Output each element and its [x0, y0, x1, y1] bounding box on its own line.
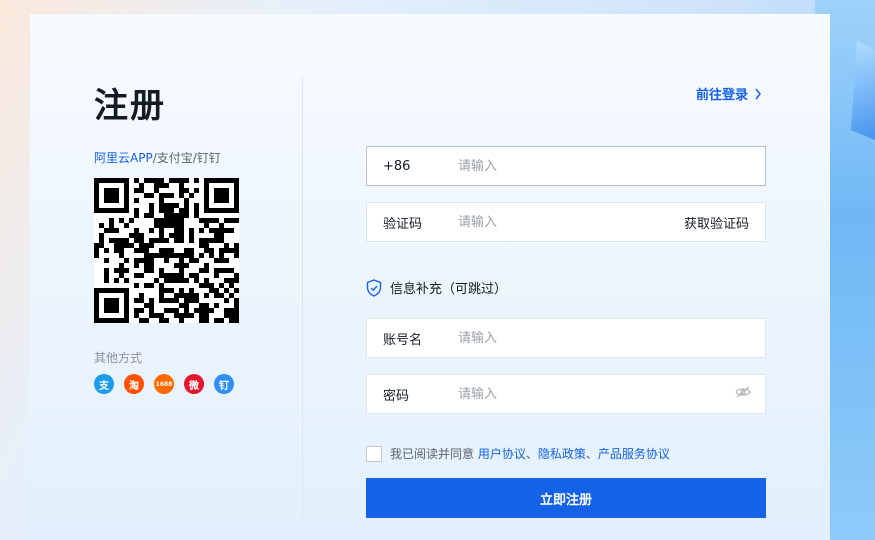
other-methods-label: 其他方式 — [94, 351, 143, 365]
phone-prefix[interactable]: +86 — [367, 159, 458, 174]
get-code-button[interactable]: 获取验证码 — [684, 213, 765, 232]
social-login-icons: 支淘 1688 微钉 — [94, 374, 234, 394]
1688-icon[interactable]: 1688 — [154, 374, 174, 394]
shield-check-icon — [366, 278, 382, 297]
dingtalk-icon[interactable]: 钉 — [214, 374, 234, 394]
taobao-icon[interactable]: 淘 — [124, 374, 144, 394]
user-agreement-link[interactable]: 用户协议 — [478, 447, 526, 461]
separator: 、 — [585, 447, 598, 461]
page-title: 注册 — [94, 86, 166, 126]
other-apps-label: /支付宝/钉钉 — [152, 151, 221, 165]
agreement-row: 我已阅读并同意 用户协议、隐私政策、产品服务协议 — [366, 445, 670, 462]
agree-text: 我已阅读并同意 — [390, 447, 475, 461]
alipay-icon[interactable]: 支 — [94, 374, 114, 394]
separator: 、 — [525, 447, 538, 461]
account-field: 账号名 — [366, 318, 766, 358]
qr-code-image — [94, 178, 239, 323]
code-label: 验证码 — [383, 216, 423, 232]
code-field: 验证码 获取验证码 — [366, 202, 766, 242]
vertical-divider — [302, 78, 303, 518]
service-agreement-link[interactable]: 产品服务协议 — [598, 447, 670, 461]
password-field: 密码 — [366, 374, 766, 414]
chevron-right-icon — [755, 88, 761, 99]
agree-checkbox[interactable] — [366, 445, 382, 462]
go-login-link[interactable]: 前往登录 — [696, 84, 762, 103]
phone-input[interactable] — [458, 158, 765, 174]
register-card: 注册 阿里云APP/支付宝/钉钉 其他方式 支淘 1688 微钉 前往登录 +86 … — [30, 14, 830, 540]
info-section-title: 信息补充（可跳过） — [390, 282, 508, 297]
account-label: 账号名 — [383, 332, 423, 348]
info-section-header: 信息补充（可跳过） — [366, 278, 507, 297]
code-input[interactable] — [458, 214, 684, 230]
register-button[interactable]: 立即注册 — [366, 478, 766, 518]
go-login-label: 前往登录 — [695, 88, 748, 103]
scan-apps-label: 阿里云APP/支付宝/钉钉 — [94, 149, 221, 166]
privacy-policy-link[interactable]: 隐私政策 — [538, 447, 586, 461]
aliyun-app-label: 阿里云APP — [94, 151, 153, 165]
password-input[interactable] — [458, 386, 735, 402]
eye-hidden-icon[interactable] — [735, 386, 765, 402]
password-label: 密码 — [383, 388, 410, 404]
phone-field: +86 — [366, 146, 766, 186]
account-input[interactable] — [458, 330, 765, 346]
qr-code — [94, 178, 239, 323]
weibo-icon[interactable]: 微 — [184, 374, 204, 394]
